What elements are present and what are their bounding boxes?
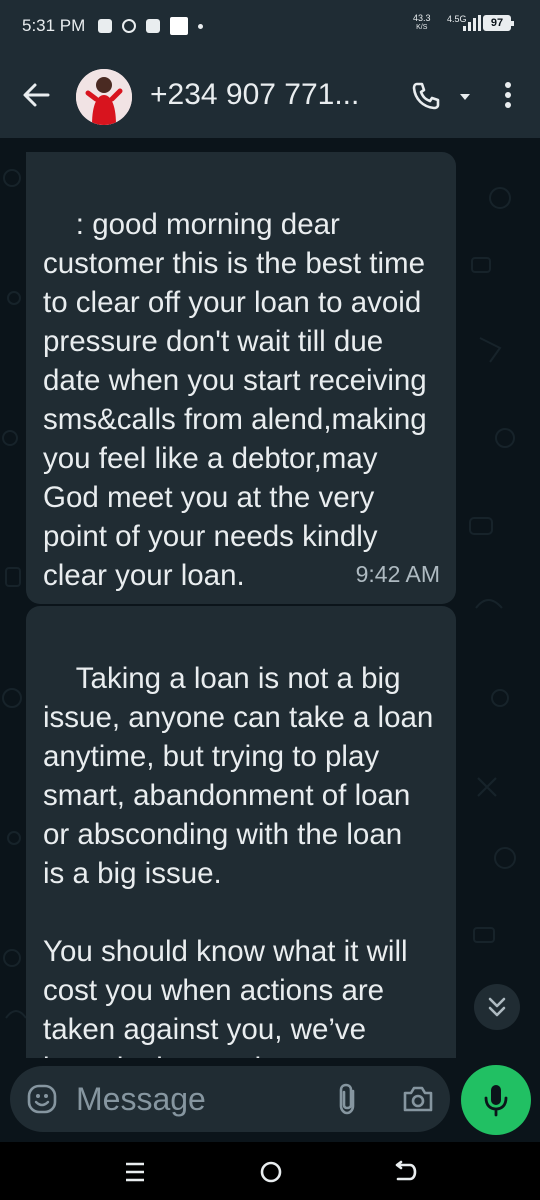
net-speed: 43.3 K/S xyxy=(413,13,431,33)
home-icon[interactable] xyxy=(258,1159,284,1185)
paperclip-icon[interactable] xyxy=(334,1082,362,1116)
battery-level: 97 xyxy=(490,17,504,29)
system-nav-bar xyxy=(0,1142,540,1200)
message-text: : good morning dear customer this is the… xyxy=(43,208,435,592)
chat-area[interactable]: : good morning dear customer this is the… xyxy=(0,138,540,1058)
facebook-icon xyxy=(146,19,160,33)
camera-icon[interactable] xyxy=(401,1083,435,1115)
message-bubble-incoming[interactable]: Taking a loan is not a big issue, anyone… xyxy=(26,606,456,1058)
back-arrow-icon[interactable] xyxy=(18,77,54,113)
back-nav-icon[interactable] xyxy=(392,1159,418,1185)
battery-icon: 97 xyxy=(483,15,514,31)
mic-button[interactable] xyxy=(461,1065,531,1135)
notification-icons xyxy=(98,17,203,35)
phone-icon[interactable] xyxy=(410,80,442,112)
avatar[interactable] xyxy=(76,69,132,125)
net-speed-unit: K/S xyxy=(416,24,428,31)
net-speed-value: 43.3 xyxy=(413,13,431,23)
square-notification-icon xyxy=(170,17,188,35)
emoji-icon[interactable] xyxy=(26,1083,58,1115)
chat-header: +234 907 771... xyxy=(0,52,540,138)
chat-bubble-icon xyxy=(98,19,112,33)
message-text: Taking a loan is not a big issue, anyone… xyxy=(43,662,434,1058)
more-vert-icon[interactable] xyxy=(496,79,520,111)
recent-apps-icon[interactable] xyxy=(122,1159,148,1185)
whatsapp-icon xyxy=(122,19,136,33)
message-box xyxy=(10,1066,450,1132)
message-bubble-incoming[interactable]: : good morning dear customer this is the… xyxy=(26,152,456,604)
double-chevron-down-icon xyxy=(488,997,506,1017)
status-bar: 5:31 PM 43.3 K/S 4.5G 97 xyxy=(0,0,540,52)
signal-icon xyxy=(463,15,481,31)
caret-down-icon[interactable] xyxy=(458,90,472,104)
status-time: 5:31 PM xyxy=(22,16,86,35)
dot-icon xyxy=(198,23,203,29)
contact-name[interactable]: +234 907 771... xyxy=(150,78,359,112)
composer xyxy=(0,1058,540,1142)
scroll-to-bottom-button[interactable] xyxy=(474,984,520,1030)
message-time: 9:42 AM xyxy=(355,561,440,587)
message-input[interactable] xyxy=(76,1078,306,1120)
avatar-image xyxy=(76,69,132,125)
mic-icon xyxy=(484,1085,508,1117)
